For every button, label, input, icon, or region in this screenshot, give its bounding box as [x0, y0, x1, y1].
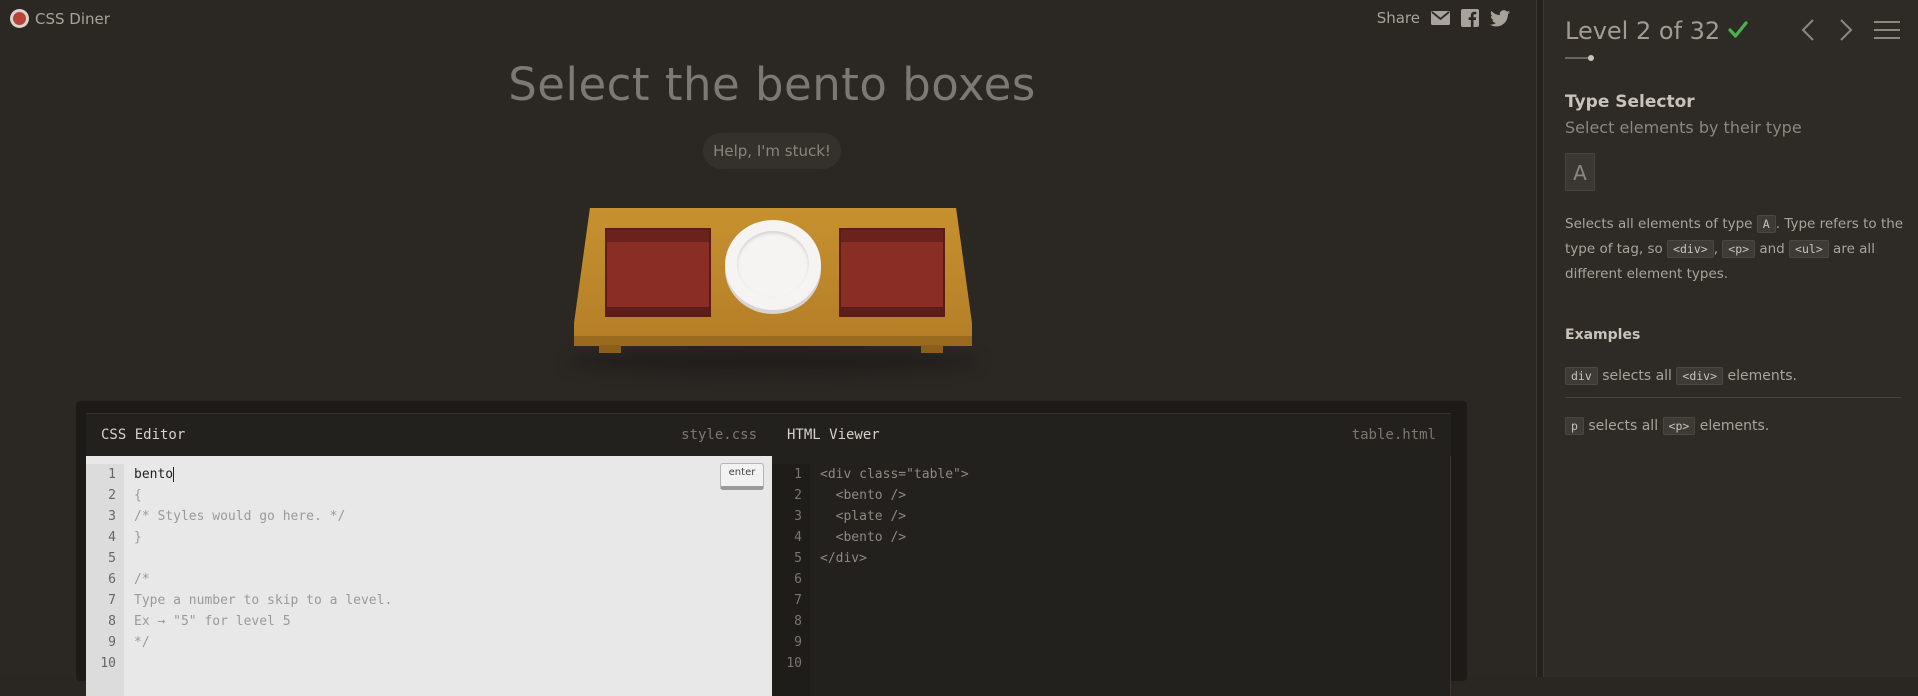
selector-syntax: A: [1565, 153, 1595, 191]
code-token: <p>: [1722, 240, 1756, 258]
mail-icon[interactable]: [1430, 9, 1450, 27]
css-code-area[interactable]: 1 2 3 4 5 6 7 8 9 10 bento { /* Styles w…: [86, 456, 772, 696]
logo-label: CSS Diner: [35, 9, 110, 28]
code-token: <div>: [1676, 367, 1724, 385]
facebook-icon[interactable]: [1460, 9, 1480, 27]
game-area: CSS Diner Share Select the bento boxes H…: [0, 0, 1536, 696]
twitter-icon[interactable]: [1490, 9, 1510, 27]
html-code-area[interactable]: 1 2 3 4 5 6 7 8 9 10 <div class="table">…: [772, 456, 1451, 696]
css-editor-header: CSS Editor style.css: [86, 413, 772, 456]
share-label: Share: [1376, 9, 1420, 27]
level-header: Level 2 of 32: [1565, 17, 1748, 45]
code-token: <p>: [1662, 417, 1696, 435]
help-button[interactable]: Help, I'm stuck!: [703, 133, 841, 169]
selector-name: Type Selector: [1565, 92, 1695, 112]
example-item: div selects all <div> elements.: [1565, 367, 1901, 398]
bento-box[interactable]: [839, 228, 945, 317]
example-text: elements.: [1695, 418, 1770, 434]
menu-icon[interactable]: [1874, 17, 1900, 43]
level-progress-marker: [1588, 55, 1594, 61]
code-token: A: [1756, 215, 1776, 233]
help-text-part: and: [1755, 241, 1790, 257]
css-editor-filename: style.css: [681, 427, 757, 443]
html-viewer-filename: table.html: [1351, 427, 1436, 443]
css-line-numbers: 1 2 3 4 5 6 7 8 9 10: [86, 464, 124, 696]
selector-description: Select elements by their type: [1565, 118, 1802, 137]
html-viewer-title: HTML Viewer: [787, 427, 880, 443]
text-caret: [173, 467, 175, 482]
example-item: p selects all <p> elements.: [1565, 417, 1901, 435]
table-leg: [921, 345, 943, 353]
table-leg: [599, 345, 621, 353]
help-text-part: ,: [1713, 241, 1723, 257]
level-instruction: Select the bento boxes: [508, 58, 1036, 111]
html-markup[interactable]: <div class="table"> <bento /> <plate /> …: [810, 464, 969, 696]
css-static-lines: { /* Styles would go here. */ } /* Type …: [134, 488, 393, 650]
code-token: <div>: [1667, 240, 1714, 258]
html-viewer-header: HTML Viewer table.html: [772, 413, 1451, 456]
css-lines: bento { /* Styles would go here. */ } /*…: [124, 464, 392, 696]
example-text: selects all: [1597, 368, 1677, 384]
checkmark-icon: [1728, 17, 1748, 45]
editor: CSS Editor style.css 1 2 3 4 5 6 7 8 9 1…: [76, 401, 1467, 696]
help-text-part: Selects all elements of type: [1565, 216, 1757, 232]
enter-button[interactable]: enter: [720, 463, 764, 490]
level-progress-track: [1565, 57, 1589, 59]
html-line-numbers: 1 2 3 4 5 6 7 8 9 10: [772, 464, 810, 696]
example-text: selects all: [1583, 418, 1663, 434]
code-token: div: [1565, 367, 1598, 385]
example-text: elements.: [1723, 368, 1797, 384]
logo[interactable]: CSS Diner: [10, 9, 110, 28]
level-sidebar: Level 2 of 32 Type Selector Select eleme…: [1544, 0, 1918, 677]
level-nav: [1798, 17, 1900, 43]
code-token: <ul>: [1789, 240, 1829, 258]
html-viewer-pane: HTML Viewer table.html 1 2 3 4 5 6 7 8 9…: [772, 413, 1451, 696]
css-selector-input[interactable]: bento: [134, 467, 173, 482]
css-editor-title: CSS Editor: [101, 427, 186, 443]
table-shadow: [566, 350, 980, 374]
logo-icon: [10, 9, 29, 28]
bento-box[interactable]: [605, 228, 711, 317]
code-token: p: [1565, 417, 1584, 435]
level-indicator: Level 2 of 32: [1565, 17, 1721, 45]
panel-divider[interactable]: [1536, 0, 1544, 677]
plate[interactable]: [725, 220, 821, 310]
previous-level-icon[interactable]: [1798, 17, 1818, 43]
examples-heading: Examples: [1565, 327, 1641, 343]
next-level-icon[interactable]: [1836, 17, 1856, 43]
selector-help: Selects all elements of type A. Type ref…: [1565, 212, 1911, 287]
table-edge: [574, 336, 972, 346]
css-editor-pane: CSS Editor style.css 1 2 3 4 5 6 7 8 9 1…: [86, 413, 772, 696]
share-bar: Share: [1377, 9, 1510, 27]
